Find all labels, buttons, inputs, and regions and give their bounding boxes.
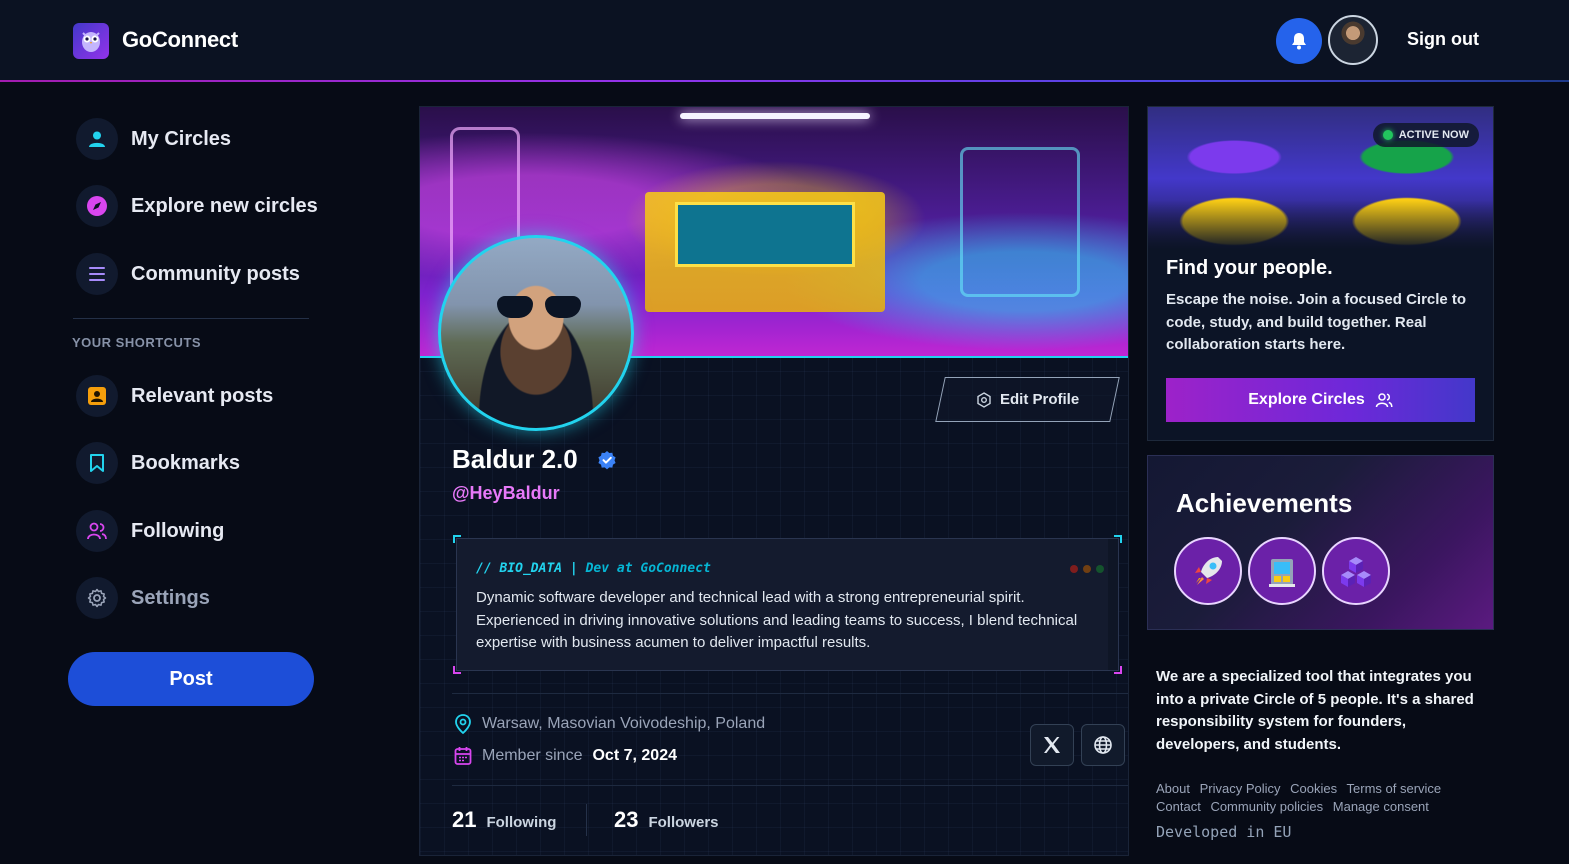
contact-card-icon [76,375,118,417]
footer-link-terms[interactable]: Terms of service [1347,781,1442,796]
sidebar-item-label: Community posts [131,262,300,285]
settings-hex-icon [977,391,991,408]
profile-card: Edit Profile Baldur 2.0 @HeyBaldur // BI… [419,106,1129,856]
shortcuts-heading: YOUR SHORTCUTS [72,335,202,350]
footer-link-contact[interactable]: Contact [1156,799,1201,814]
post-button[interactable]: Post [68,652,314,706]
x-logo-icon [1044,737,1060,753]
bio-text: Dynamic software developer and technical… [476,589,1078,651]
member-since-row: Member since Oct 7, 2024 [454,746,677,766]
sidebar-item-settings[interactable]: Settings [76,577,210,619]
profile-name: Baldur 2.0 [452,444,578,474]
globe-icon [1094,736,1112,754]
member-since-label: Member since [482,747,583,764]
explore-circles-label: Explore Circles [1248,391,1365,408]
profile-handle[interactable]: @HeyBaldur [452,483,560,504]
x-social-button[interactable] [1030,724,1074,766]
achievements-title: Achievements [1176,488,1353,518]
sidebar-item-explore[interactable]: Explore new circles [76,185,318,227]
bell-icon [1292,33,1306,50]
active-now-badge: ACTIVE NOW [1372,123,1479,147]
owl-logo-icon[interactable] [73,23,109,59]
sidebar-item-label: My Circles [131,127,232,150]
users-icon [1375,393,1393,408]
user-avatar[interactable] [1328,15,1378,65]
verified-badge-icon [598,451,616,470]
user-icon [76,118,118,160]
footer-link-community-policies[interactable]: Community policies [1210,799,1323,814]
building-icon[interactable] [1248,537,1316,605]
divider [452,785,1128,786]
followers-stat[interactable]: 23 Followers [614,807,719,833]
map-pin-icon [455,714,471,734]
status-dot-icon [1382,130,1393,140]
promo-text: Escape the noise. Join a focused Circle … [1166,291,1467,353]
sidebar-item-my-circles[interactable]: My Circles [76,118,231,160]
bookmark-icon [76,442,118,484]
gear-icon [76,577,118,619]
calendar-icon [454,747,472,765]
menu-lines-icon [76,253,118,295]
sidebar-item-following[interactable]: Following [76,510,224,552]
profile-avatar [438,235,634,431]
edit-profile-button[interactable]: Edit Profile [935,377,1120,422]
sidebar-item-label: Bookmarks [131,451,240,474]
divider [586,804,587,836]
location-row: Warsaw, Masovian Voivodeship, Poland [454,714,765,734]
bio-scrollbar[interactable] [1108,539,1118,670]
footer-link-about[interactable]: About [1156,781,1190,796]
sidebar-item-bookmarks[interactable]: Bookmarks [76,442,240,484]
achievements-card: Achievements [1147,455,1494,630]
member-since-date: Oct 7, 2024 [592,747,677,764]
following-label: Following [486,814,557,831]
users-icon [76,510,118,552]
sidebar-item-community-posts[interactable]: Community posts [76,253,300,295]
compass-icon [76,185,118,227]
footer-link-cookies[interactable]: Cookies [1290,781,1337,796]
blocks-icon[interactable] [1322,537,1390,605]
about-text: We are a specialized tool that integrate… [1156,668,1474,753]
promo-title: Find your people. [1166,257,1333,279]
followers-count: 23 [614,807,639,832]
promo-card: ACTIVE NOW Find your people. Escape the … [1147,106,1494,441]
footer-link-privacy[interactable]: Privacy Policy [1200,781,1281,796]
divider [452,693,1128,694]
footer-link-manage-consent[interactable]: Manage consent [1333,799,1429,814]
brand-name[interactable]: GoConnect [122,27,238,53]
location-text: Warsaw, Masovian Voivodeship, Poland [482,715,766,732]
rocket-icon[interactable] [1174,537,1242,605]
explore-circles-button[interactable]: Explore Circles [1166,378,1475,422]
following-stat[interactable]: 21 Following [452,807,556,833]
sidebar-item-label: Relevant posts [131,384,274,407]
followers-label: Followers [648,814,719,831]
website-button[interactable] [1081,724,1125,766]
developed-in-eu: Developed in EU [1156,823,1292,841]
sidebar-divider [73,318,309,319]
edit-profile-label: Edit Profile [999,391,1080,408]
sign-out-button[interactable]: Sign out [1407,29,1479,50]
sidebar-item-label: Following [131,519,225,542]
sidebar-item-label: Explore new circles [131,194,318,217]
bio-header: // BIO_DATA | Dev at GoConnect [476,561,711,576]
window-dots-icon [1070,565,1104,573]
sidebar-item-label: Settings [131,586,210,609]
notifications-button[interactable] [1276,18,1322,64]
bio-panel: // BIO_DATA | Dev at GoConnect Dynamic s… [453,535,1122,674]
following-count: 21 [452,807,477,832]
top-header: GoConnect Sign out [0,0,1569,82]
sidebar-item-relevant-posts[interactable]: Relevant posts [76,375,273,417]
footer-links: About Privacy Policy Cookies Terms of se… [1156,780,1486,816]
